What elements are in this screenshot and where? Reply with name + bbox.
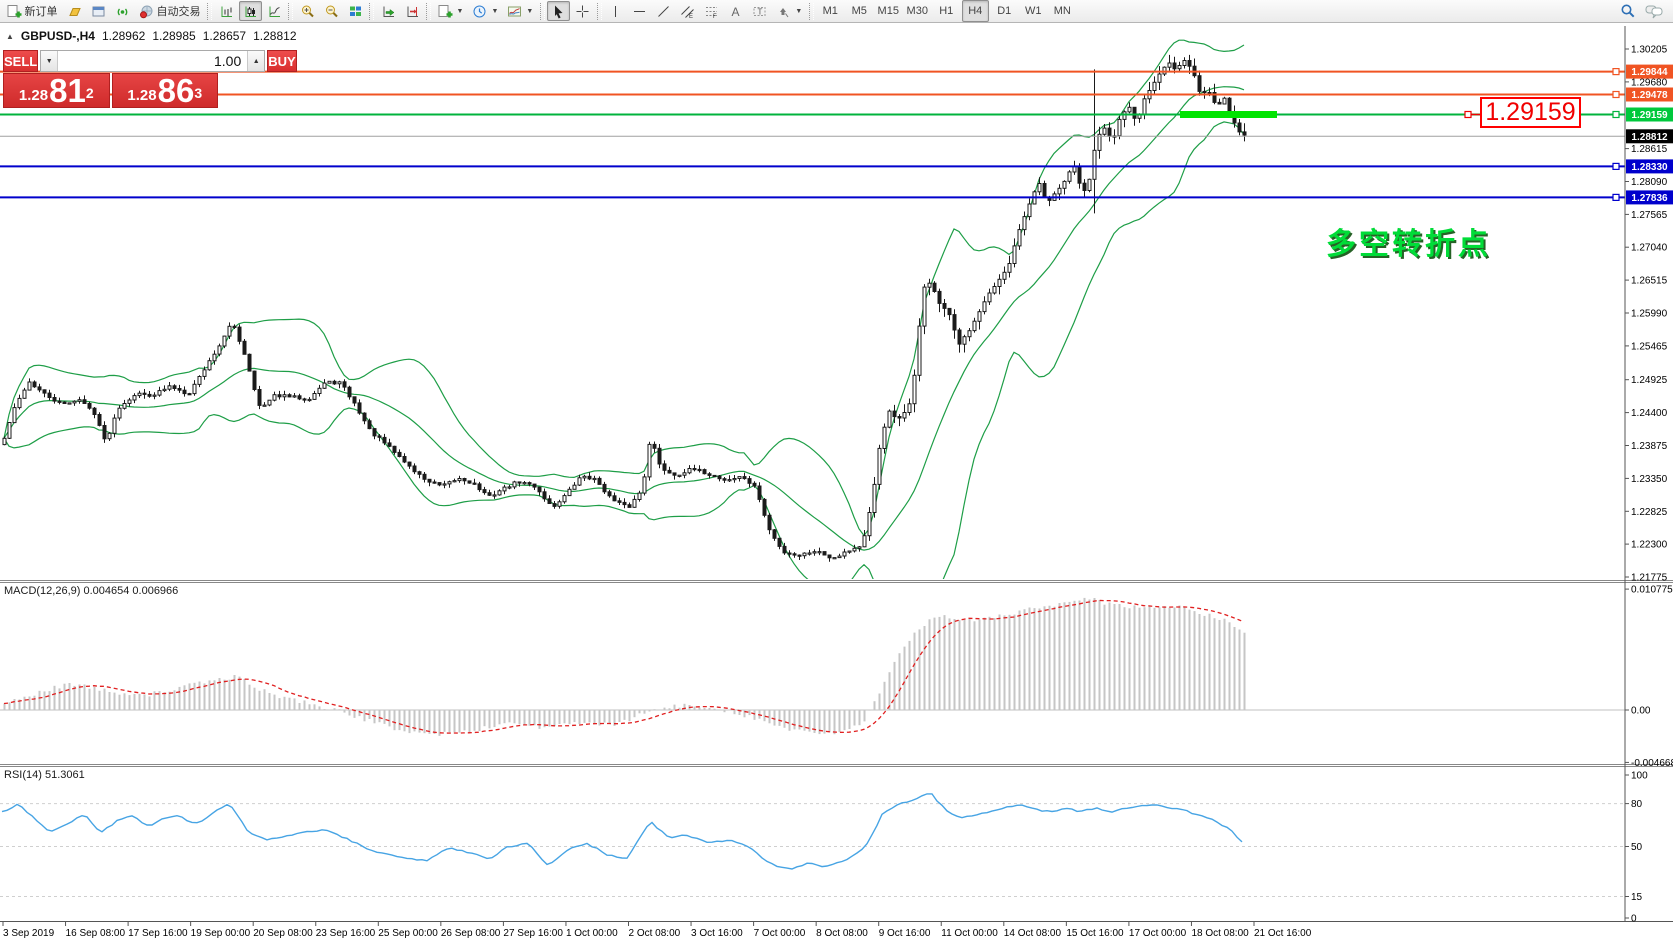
svg-text:15: 15 <box>1631 892 1643 903</box>
ohlc-high: 1.28985 <box>152 29 195 43</box>
chart-annotation-text[interactable]: 多空转折点 <box>1326 219 1491 263</box>
ohlc-low: 1.28657 <box>203 29 246 43</box>
svg-text:23 Sep 16:00: 23 Sep 16:00 <box>316 928 376 939</box>
svg-text:8 Oct 08:00: 8 Oct 08:00 <box>816 928 868 939</box>
svg-text:1.23875: 1.23875 <box>1631 441 1668 452</box>
ohlc-open: 1.28962 <box>102 29 145 43</box>
svg-text:1.22300: 1.22300 <box>1631 540 1668 551</box>
svg-text:21 Oct 16:00: 21 Oct 16:00 <box>1254 928 1312 939</box>
ohlc-close: 1.28812 <box>253 29 296 43</box>
svg-text:17 Oct 00:00: 17 Oct 00:00 <box>1129 928 1187 939</box>
level-anchor-square[interactable] <box>1613 92 1619 98</box>
svg-text:-0.004668: -0.004668 <box>1631 758 1673 769</box>
svg-text:16 Sep 08:00: 16 Sep 08:00 <box>66 928 126 939</box>
callout-anchor-square[interactable] <box>1465 112 1471 118</box>
svg-text:15 Oct 16:00: 15 Oct 16:00 <box>1066 928 1124 939</box>
svg-text:1.28330: 1.28330 <box>1631 162 1668 173</box>
buy-price-sup: 3 <box>194 74 202 112</box>
svg-text:20 Sep 08:00: 20 Sep 08:00 <box>253 928 313 939</box>
candles-layer <box>3 55 1246 562</box>
buy-button[interactable]: BUY <box>267 50 296 72</box>
sell-price-tile[interactable]: 1.28 81 2 <box>3 73 110 108</box>
sell-price-big: 81 <box>49 76 86 106</box>
chart-canvas[interactable]: 1.30205 1.29680 1.28615 1.28090 1.27565 1.270… <box>0 0 1673 947</box>
svg-text:1.26515: 1.26515 <box>1631 276 1668 287</box>
svg-text:19 Sep 00:00: 19 Sep 00:00 <box>191 928 251 939</box>
svg-text:50: 50 <box>1631 842 1643 853</box>
sell-button[interactable]: SELL <box>3 50 38 72</box>
svg-text:100: 100 <box>1631 771 1648 782</box>
volume-increase-button[interactable]: ▲ <box>247 51 264 71</box>
svg-text:1.21775: 1.21775 <box>1631 573 1668 584</box>
buy-price-tile[interactable]: 1.28 86 3 <box>112 73 219 108</box>
svg-text:26 Sep 08:00: 26 Sep 08:00 <box>441 928 501 939</box>
level-anchor-square[interactable] <box>1613 112 1619 118</box>
svg-text:1.24400: 1.24400 <box>1631 408 1668 419</box>
level-lines-layer[interactable] <box>0 69 1625 201</box>
svg-text:18 Oct 08:00: 18 Oct 08:00 <box>1191 928 1249 939</box>
one-click-trading-panel: SELL ▼ ▲ BUY 1.28 81 2 1.28 86 3 <box>3 50 218 108</box>
price-axis[interactable]: 1.30205 1.29680 1.28615 1.28090 1.27565 1.270… <box>1625 26 1673 925</box>
volume-decrease-button[interactable]: ▼ <box>41 51 58 71</box>
rsi-pane-label: RSI(14) 51.3061 <box>4 769 85 781</box>
level-anchor-square[interactable] <box>1613 194 1619 200</box>
svg-text:1.22825: 1.22825 <box>1631 507 1668 518</box>
svg-text:0: 0 <box>1631 914 1637 925</box>
svg-text:1.30205: 1.30205 <box>1631 45 1668 56</box>
svg-text:17 Sep 16:00: 17 Sep 16:00 <box>128 928 188 939</box>
svg-text:25 Sep 00:00: 25 Sep 00:00 <box>378 928 438 939</box>
svg-text:1.27565: 1.27565 <box>1631 210 1668 221</box>
sell-price-small: 1.28 <box>19 86 48 106</box>
svg-text:1.29680: 1.29680 <box>1631 77 1668 88</box>
bollinger-bands-layer <box>4 40 1244 629</box>
sell-price-sup: 2 <box>86 74 94 112</box>
volume-input[interactable] <box>58 51 247 71</box>
symbol-title: GBPUSD-,H4 <box>21 29 95 43</box>
svg-text:0.00: 0.00 <box>1631 706 1651 717</box>
price-callout-label[interactable]: 1.29159 <box>1480 97 1581 128</box>
macd-pane-label: MACD(12,26,9) 0.004654 0.006966 <box>4 585 178 597</box>
svg-text:9 Oct 16:00: 9 Oct 16:00 <box>879 928 931 939</box>
svg-text:1.28090: 1.28090 <box>1631 177 1668 188</box>
svg-text:1.27836: 1.27836 <box>1631 193 1668 204</box>
volume-stepper: ▼ ▲ <box>40 50 265 72</box>
svg-text:2 Oct 08:00: 2 Oct 08:00 <box>629 928 681 939</box>
svg-text:80: 80 <box>1631 799 1643 810</box>
svg-text:3 Oct 16:00: 3 Oct 16:00 <box>691 928 743 939</box>
svg-text:1.24925: 1.24925 <box>1631 375 1668 386</box>
level-anchor-square[interactable] <box>1613 69 1619 75</box>
svg-text:1.29478: 1.29478 <box>1631 90 1668 101</box>
svg-text:1 Oct 00:00: 1 Oct 00:00 <box>566 928 618 939</box>
chart-ohlc-header: ▲ GBPUSD-,H4 1.28962 1.28985 1.28657 1.2… <box>6 29 297 43</box>
svg-text:1.27040: 1.27040 <box>1631 243 1668 254</box>
svg-text:3 Sep 2019: 3 Sep 2019 <box>3 928 55 939</box>
svg-text:1.28615: 1.28615 <box>1631 144 1668 155</box>
macd-pane-layer <box>0 598 1625 736</box>
svg-text:11 Oct 00:00: 11 Oct 00:00 <box>941 928 998 939</box>
rsi-pane-layer <box>0 794 1625 897</box>
svg-text:1.25465: 1.25465 <box>1631 341 1668 352</box>
buy-price-big: 86 <box>158 76 195 106</box>
svg-text:7 Oct 00:00: 7 Oct 00:00 <box>754 928 806 939</box>
svg-text:1.29159: 1.29159 <box>1631 110 1668 121</box>
svg-text:1.25990: 1.25990 <box>1631 309 1668 320</box>
svg-text:1.23350: 1.23350 <box>1631 474 1668 485</box>
buy-price-small: 1.28 <box>127 86 156 106</box>
svg-text:14 Oct 08:00: 14 Oct 08:00 <box>1004 928 1062 939</box>
svg-text:1.28812: 1.28812 <box>1631 132 1668 143</box>
level-anchor-square[interactable] <box>1613 163 1619 169</box>
svg-text:27 Sep 16:00: 27 Sep 16:00 <box>503 928 563 939</box>
svg-text:0.010775: 0.010775 <box>1631 585 1673 596</box>
time-axis[interactable]: 3 Sep 2019 16 Sep 08:0017 Sep 16:0019 Sep… <box>3 922 1312 940</box>
collapse-icon[interactable]: ▲ <box>6 32 14 41</box>
svg-text:1.29844: 1.29844 <box>1631 67 1668 78</box>
